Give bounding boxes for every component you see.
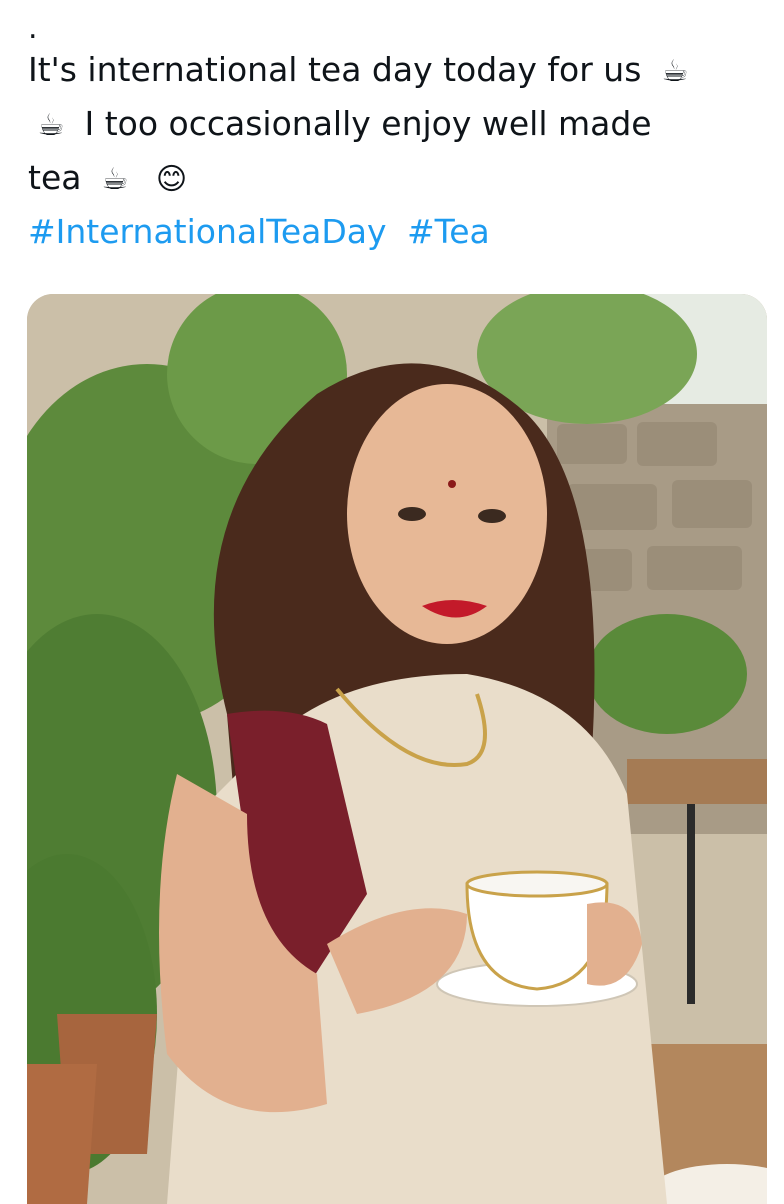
tweet-line-2-text: I too occasionally enjoy well made <box>84 104 652 143</box>
tweet-photo[interactable] <box>27 294 767 1204</box>
tea-cup-emoji-icon: ☕ <box>101 162 129 197</box>
tweet-line-1: It's international tea day today for us … <box>28 44 768 98</box>
eye-right <box>478 509 506 523</box>
tweet-line-1-text: It's international tea day today for us <box>28 50 642 89</box>
hashtag-link-internationalteaday[interactable]: #InternationalTeaDay <box>28 212 387 251</box>
tweet-dot: . <box>28 11 38 46</box>
eye-left <box>398 507 426 521</box>
tweet-line-2: ☕ I too occasionally enjoy well made <box>28 98 768 152</box>
tweet-text: . It's international tea day today for u… <box>28 14 768 258</box>
tweet-line-3-text: tea <box>28 158 82 197</box>
smile-emoji-icon: 😊 <box>155 162 188 197</box>
tea-cup-emoji-icon: ☕ <box>37 108 65 143</box>
hashtag-link-tea[interactable]: #Tea <box>407 212 490 251</box>
tweet-line-3: tea ☕ 😊 <box>28 152 768 206</box>
bindi <box>448 480 456 488</box>
hashtags: #InternationalTeaDay #Tea <box>28 206 768 258</box>
tea-cup-emoji-icon: ☕ <box>661 54 689 89</box>
photo-illustration <box>27 294 767 1204</box>
